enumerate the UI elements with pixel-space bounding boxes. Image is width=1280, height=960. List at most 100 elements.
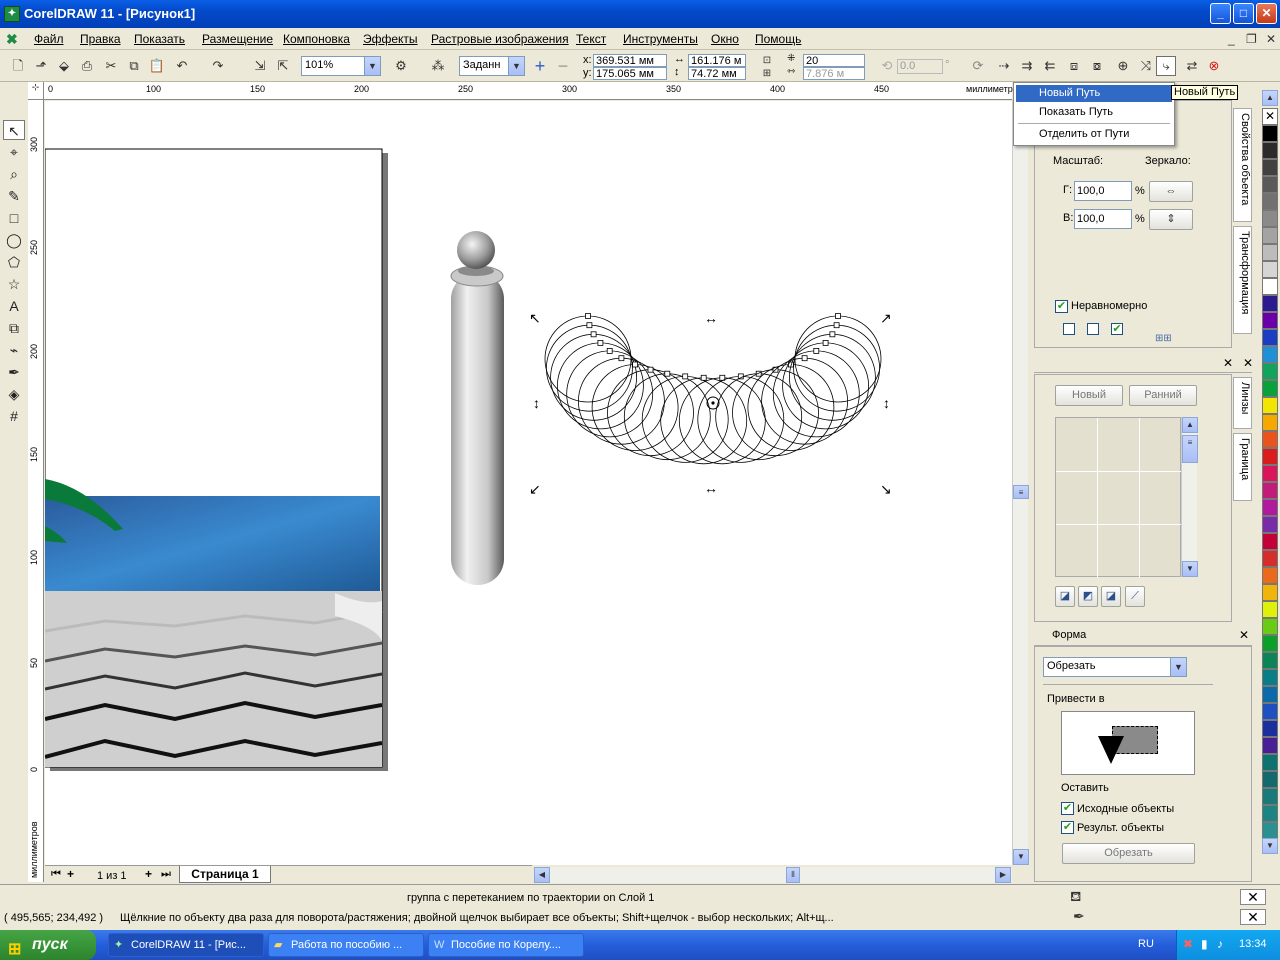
color-swatch[interactable] (1262, 346, 1278, 363)
color-swatch[interactable] (1262, 499, 1278, 516)
color-swatch[interactable] (1262, 669, 1278, 686)
color-swatch[interactable] (1262, 244, 1278, 261)
color-swatch[interactable] (1262, 397, 1278, 414)
import-icon[interactable]: ⇲ (250, 56, 270, 76)
menu-tools[interactable]: Инструменты (623, 32, 698, 46)
anchor-checkbox[interactable]: ✔ (1111, 323, 1123, 335)
anchor-checkbox[interactable] (1087, 323, 1099, 335)
color-swatch[interactable] (1262, 312, 1278, 329)
scroll-right-arrow[interactable]: ▶ (995, 867, 1011, 883)
menu-file[interactable]: Файл (34, 32, 64, 46)
coreldraw-doc-icon[interactable]: ✖ (6, 31, 22, 47)
menu-edit[interactable]: Правка (80, 32, 121, 46)
lock-ratio-icon[interactable]: ⊡ (757, 54, 777, 67)
paste-icon[interactable]: 📋 (147, 56, 167, 76)
path-properties-dropdown-icon[interactable]: ⤷ (1156, 56, 1176, 76)
color-swatch[interactable] (1262, 652, 1278, 669)
doc-close-button[interactable]: ✕ (1266, 32, 1276, 46)
add-page-before-icon[interactable]: + (67, 867, 74, 881)
taskbar-item-word[interactable]: W Пособие по Корелу.... (428, 933, 584, 957)
menu-help[interactable]: Помощь (755, 32, 801, 46)
rotation-field[interactable]: 0.0 (897, 59, 943, 74)
polygon-tool-icon[interactable]: ⬠ (3, 252, 25, 272)
chevron-down-icon[interactable]: ▼ (508, 57, 524, 75)
scale-v-field[interactable]: 100,0 (1074, 209, 1132, 229)
pick-tool-icon[interactable]: ↖ (3, 120, 25, 140)
color-swatch[interactable] (1262, 635, 1278, 652)
zoom-tool-icon[interactable]: ⌕ (3, 164, 25, 184)
minimize-button[interactable]: _ (1210, 3, 1231, 24)
height-field[interactable]: 74.72 мм (688, 67, 746, 80)
menu-item-new-path[interactable]: Новый Путь (1016, 85, 1172, 102)
color-swatch[interactable] (1262, 618, 1278, 635)
copy-icon[interactable]: ⧉ (124, 56, 144, 76)
star-tool-icon[interactable]: ☆ (3, 274, 25, 294)
lens-mode-icon[interactable]: ◪ (1055, 586, 1075, 607)
color-swatch[interactable] (1262, 601, 1278, 618)
horizontal-ruler[interactable]: 0 100 150 200 250 300 350 400 450 миллим… (44, 82, 1013, 100)
save-icon[interactable]: ⬙ (54, 56, 74, 76)
color-swatch[interactable] (1262, 159, 1278, 176)
tab-object-properties[interactable]: Свойства объекта (1233, 108, 1252, 222)
no-outline-swatch[interactable]: ✕ (1240, 909, 1266, 925)
color-swatch[interactable] (1262, 363, 1278, 380)
shaping-operation-combo[interactable]: Обрезать ▼ (1043, 657, 1187, 677)
doc-minimize-button[interactable]: _ (1228, 32, 1235, 46)
mirror-vertical-button[interactable]: ⇕ (1149, 209, 1193, 230)
text-tool-icon[interactable]: A (3, 296, 25, 316)
lens-mode-icon[interactable]: ◪ (1101, 586, 1121, 607)
tab-border[interactable]: Граница (1233, 433, 1252, 501)
new-button[interactable]: Новый (1055, 385, 1123, 406)
color-swatch[interactable] (1262, 550, 1278, 567)
color-swatch[interactable] (1262, 278, 1278, 295)
color-swatch[interactable] (1262, 295, 1278, 312)
maximize-button[interactable]: □ (1233, 3, 1254, 24)
color-swatch[interactable] (1262, 686, 1278, 703)
eyedropper-tool-icon[interactable]: ⌁ (3, 340, 25, 360)
color-swatch[interactable] (1262, 720, 1278, 737)
tab-transform[interactable]: Трансформация (1233, 226, 1252, 334)
menu-arrange[interactable]: Компоновка (283, 32, 350, 46)
x-field[interactable]: 369.531 мм (593, 54, 667, 67)
blend-group[interactable] (544, 313, 882, 465)
menu-bitmaps[interactable]: Растровые изображения (431, 32, 569, 46)
color-swatch[interactable] (1262, 805, 1278, 822)
mesh-fill-tool-icon[interactable]: # (3, 406, 25, 426)
apply-duplicate-icon[interactable]: ⊞⊞ (1155, 333, 1172, 344)
lens-mode-icon[interactable]: ◩ (1078, 586, 1098, 607)
preset-combo[interactable]: Заданн ▼ (459, 56, 525, 76)
color-swatch[interactable] (1262, 414, 1278, 431)
volume-icon[interactable]: ♪ (1217, 937, 1223, 951)
scale-h-field[interactable]: 100,0 (1074, 181, 1132, 201)
scroll-thumb[interactable]: ≡ (1013, 485, 1029, 499)
canvas-vscrollbar[interactable]: ▲ ≡ ▼ (1012, 100, 1029, 865)
preset-scrollbar[interactable]: ▲ ≡ ▼ (1181, 417, 1198, 577)
network-icon[interactable]: ✖ (1183, 937, 1193, 951)
shape-tool-icon[interactable]: ⌖ (3, 142, 25, 162)
drawing-canvas[interactable]: ↖ ↔ ↗ ↕ ↕ ↙ ↔ ↘ (45, 101, 1012, 865)
scale-icon[interactable]: ⊞ (757, 67, 777, 80)
trim-button[interactable]: Обрезать (1062, 843, 1195, 864)
cylinder-shape[interactable] (451, 273, 504, 585)
color-swatch[interactable] (1262, 737, 1278, 754)
scroll-down-arrow[interactable]: ▼ (1182, 561, 1198, 577)
color-swatch[interactable]: ✕ (1262, 108, 1278, 125)
redo-icon[interactable]: ↷ (208, 56, 228, 76)
blend-tool-icon[interactable]: ⁂ (428, 56, 448, 76)
menu-effects[interactable]: Эффекты (363, 32, 418, 46)
color-swatch[interactable] (1262, 703, 1278, 720)
ellipse-tool-icon[interactable]: ◯ (3, 230, 25, 250)
color-swatch[interactable] (1262, 465, 1278, 482)
export-icon[interactable]: ⇱ (273, 56, 293, 76)
palette-scroll-up-arrow[interactable]: ▲ (1262, 90, 1278, 106)
rectangle-tool-icon[interactable]: □ (3, 208, 25, 228)
color-swatch[interactable] (1262, 584, 1278, 601)
menu-layout[interactable]: Размещение (202, 32, 273, 46)
blend-preset-icon[interactable]: ⚙ (391, 56, 411, 76)
new-icon[interactable]: 🗋 (8, 56, 28, 76)
color-swatch[interactable] (1262, 227, 1278, 244)
color-swatch[interactable] (1262, 193, 1278, 210)
ruler-origin[interactable]: ⊹ (28, 82, 44, 100)
zoom-combo[interactable]: 101% ▼ (301, 56, 381, 76)
taskbar-item-folder[interactable]: ▰ Работа по пособию ... (268, 933, 424, 957)
